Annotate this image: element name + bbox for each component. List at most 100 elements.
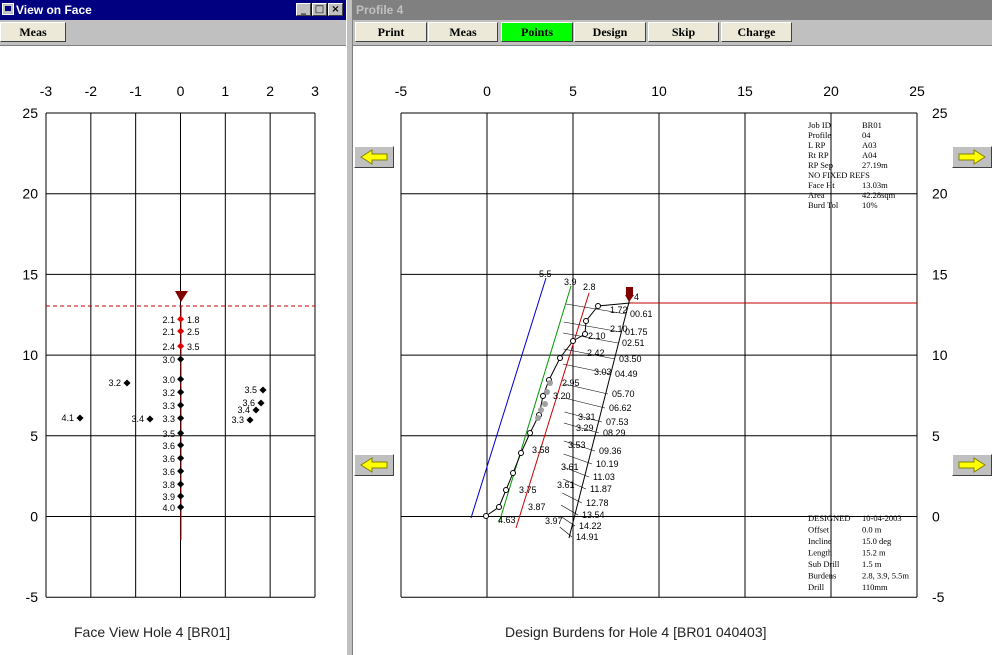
depth-label: 13.54 [582,510,605,520]
face-burden-label: 3.8 [162,480,175,490]
profile-plot[interactable]: -5 0 5 10 15 20 25 25 20 15 10 5 0 -5 5.5 3.9 2.8 4 00.61… [353,0,992,655]
burden-ray [560,504,579,516]
scatter-point [257,399,265,407]
depth-label: 11.87 [590,484,612,494]
burden-value-label: 3.75 [519,485,537,495]
face-depth-label: 2.5 [187,327,200,337]
scatter-label: 3.5 [244,385,257,395]
x-tick-label: 0 [483,83,491,99]
depth-label: 14.22 [579,521,602,531]
scatter-label: 3.4 [237,405,250,415]
survey-point [542,401,548,407]
y-tick-label: -5 [932,589,945,605]
depth-label: 05.70 [612,389,635,399]
face-point [177,327,185,335]
info-value: 13.03m [862,180,888,190]
y-tick-label: 25 [932,105,948,121]
survey-point [535,415,541,421]
x-tick-label: 25 [909,83,925,99]
arrow-left-icon [360,149,388,165]
face-burden-label: 3.3 [162,414,175,424]
face-point [483,513,489,519]
prev-profile-button[interactable] [354,146,394,168]
info-key: Drill [808,582,825,592]
face-point [177,480,185,488]
depth-label: 10.19 [596,459,619,469]
depth-label: 02.51 [622,338,645,348]
face-burden-label: 3.0 [162,375,175,385]
info-value: 10% [862,200,878,210]
info-value: 15.0 deg [862,536,892,546]
prev-hole-button[interactable] [354,454,394,476]
info-key: DESIGNED [808,513,851,523]
next-hole-button[interactable] [952,454,992,476]
scatter-label: 3.3 [231,415,244,425]
face-point [177,401,185,409]
hole-marker-icon [625,295,634,302]
face-point [518,450,524,456]
burden-value-label: 3.58 [532,445,550,455]
y-tick-label: 0 [932,509,940,525]
y-tick-label: 10 [22,347,38,363]
x-tick-label: 5 [569,83,577,99]
face-point [177,441,185,449]
x-tick-label: 15 [737,83,753,99]
face-point [570,338,576,344]
next-profile-button[interactable] [952,146,992,168]
face-point [177,454,185,462]
burden-value-label: 3.97 [545,516,563,526]
info-value: 0.0 m [862,525,882,535]
depth-label: 12.78 [586,498,609,508]
info-key: Profile [808,130,831,140]
info-value: 10-04-2003 [862,513,902,523]
burden-line-label: 2.8 [583,282,596,292]
hole-number-label: 4 [634,292,639,302]
burden-line-label: 5.5 [539,269,552,279]
y-tick-label: 20 [932,186,948,202]
face-point [540,393,546,399]
face-point [582,331,588,337]
face-burden-label: 3.2 [162,388,175,398]
y-tick-label: 25 [22,105,38,121]
burden-line-5-5 [470,277,547,519]
scatter-point [259,386,267,394]
face-point [177,467,185,475]
face-view-plot[interactable]: -3 -2 -1 0 1 2 3 25 20 15 10 5 0 -5 2.1 2.1 2.4 3.0 3.0 3.… [0,0,346,655]
info-key: NO FIXED REFS [808,170,870,180]
x-tick-label: 2 [266,83,274,99]
x-tick-label: 1 [221,83,229,99]
face-point [177,414,185,422]
info-key: RP Sep [808,160,833,170]
face-burden-label: 3.0 [162,355,175,365]
arrow-right-icon [958,149,986,165]
info-key: Length [808,548,833,558]
burden-value-label: 1.72 [610,305,628,315]
y-tick-label: 15 [22,266,38,282]
x-tick-label: -5 [395,83,408,99]
window-splitter[interactable] [346,0,353,655]
face-burden-label: 3.3 [162,401,175,411]
face-point [177,342,185,350]
survey-point [544,389,550,395]
survey-point [547,380,553,386]
info-key: Job ID [808,120,831,130]
burden-value-label: 3.61 [561,462,579,472]
x-tick-label: 3 [311,83,319,99]
burden-value-label: 3.61 [557,480,575,490]
info-value: 04 [862,130,871,140]
survey-point [538,407,544,413]
face-burden-label: 2.1 [162,327,175,337]
arrow-right-icon [958,457,986,473]
face-depth-label: 1.8 [187,315,200,325]
info-value: 42.28sqm [862,190,896,200]
info-key: Area [808,190,825,200]
scatter-label: 3.2 [108,378,121,388]
depth-label: 06.62 [609,403,632,413]
scatter-label: 3.4 [131,414,144,424]
face-point [177,315,185,323]
info-key: Incline [808,536,832,546]
y-tick-label: 10 [932,347,948,363]
info-key: Burd Tol [808,200,839,210]
burden-value-label: 2.10 [588,331,606,341]
x-tick-label: -1 [129,83,142,99]
